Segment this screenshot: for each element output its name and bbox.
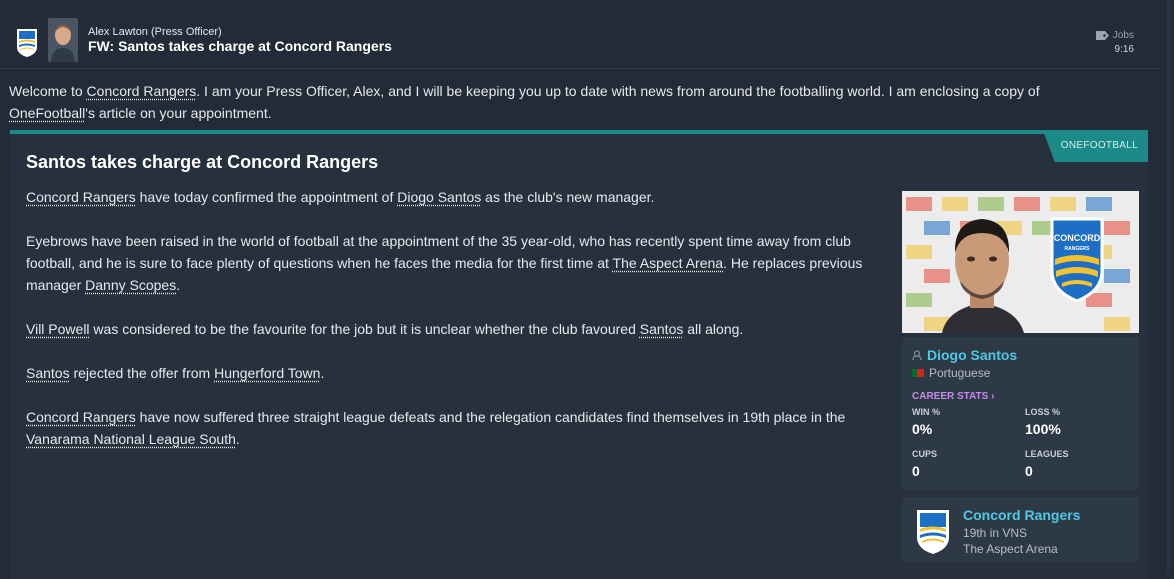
article-paragraph: Vill Powell was considered to be the fav…	[26, 318, 896, 340]
portugal-flag-icon	[912, 369, 924, 377]
manager-link[interactable]: Diogo Santos	[397, 189, 481, 205]
scrollbar[interactable]	[1167, 0, 1170, 575]
club-card[interactable]: Concord Rangers 19th in VNS The Aspect A…	[902, 497, 1139, 562]
article-paragraph: Concord Rangers have now suffered three …	[26, 406, 896, 450]
club-badge-icon	[16, 28, 38, 58]
league-link[interactable]: Vanarama National League South	[26, 431, 236, 447]
nationality: Portuguese	[929, 366, 990, 380]
cups-value: 0	[912, 463, 920, 479]
text: .	[176, 277, 180, 293]
chevron-right-icon: ›	[991, 391, 994, 402]
badge-text-bottom: RANGERS	[1064, 246, 1090, 252]
manager-name-row[interactable]: Diogo Santos	[912, 347, 1017, 363]
club-link[interactable]: Hungerford Town	[214, 365, 320, 381]
article-title: Santos takes charge at Concord Rangers	[26, 152, 378, 173]
news-article: ONEFOOTBALL Santos takes charge at Conco…	[10, 130, 1148, 579]
article-paragraph: Santos rejected the offer from Hungerfor…	[26, 362, 896, 384]
manager-card: Diogo Santos Portuguese CAREER STATS › W…	[902, 337, 1139, 490]
nationality-row: Portuguese	[912, 366, 990, 380]
leagues-label: LEAGUES	[1025, 449, 1069, 459]
loss-pct-label: LOSS %	[1025, 407, 1060, 417]
club-league-position: 19th in VNS	[963, 526, 1027, 540]
text: all along.	[683, 321, 743, 337]
career-stats-label: CAREER STATS	[912, 391, 988, 402]
club-link[interactable]: Concord Rangers	[26, 189, 136, 205]
jobs-label: Jobs	[1113, 30, 1134, 41]
message-time: 9:16	[1115, 44, 1134, 55]
club-name[interactable]: Concord Rangers	[963, 507, 1080, 523]
badge-text-top: CONCORD	[1054, 233, 1101, 243]
leagues-value: 0	[1025, 463, 1033, 479]
win-pct-value: 0%	[912, 421, 932, 437]
career-stats-link[interactable]: CAREER STATS ›	[912, 391, 994, 402]
manager-name[interactable]: Diogo Santos	[927, 347, 1017, 363]
club-link[interactable]: Concord Rangers	[87, 83, 197, 99]
person-link[interactable]: Vill Powell	[26, 321, 90, 337]
intro-text: Welcome to Concord Rangers. I am your Pr…	[9, 80, 1119, 124]
text: .	[236, 431, 240, 447]
message-subject: FW: Santos takes charge at Concord Range…	[88, 38, 392, 54]
previous-manager-link[interactable]: Danny Scopes	[85, 277, 176, 293]
article-paragraph: Concord Rangers have today confirmed the…	[26, 186, 896, 208]
cups-label: CUPS	[912, 449, 937, 459]
source-link[interactable]: OneFootball	[9, 105, 85, 121]
text: was considered to be the favourite for t…	[90, 321, 640, 337]
message-header: Alex Lawton (Press Officer) FW: Santos t…	[0, 0, 1160, 69]
sender-avatar[interactable]	[48, 18, 78, 62]
club-stadium: The Aspect Arena	[963, 542, 1058, 556]
win-pct-label: WIN %	[912, 407, 940, 417]
intro-text-2: . I am your Press Officer, Alex, and I w…	[196, 83, 1039, 99]
tag-icon	[1096, 31, 1109, 40]
article-body: Concord Rangers have today confirmed the…	[26, 186, 896, 472]
club-link[interactable]: Concord Rangers	[26, 409, 136, 425]
intro-text-3: 's article on your appointment.	[85, 105, 271, 121]
text: rejected the offer from	[70, 365, 214, 381]
club-badge-icon	[916, 509, 950, 555]
manager-link[interactable]: Santos	[26, 365, 70, 381]
intro-text-1: Welcome to	[9, 83, 87, 99]
sender-name[interactable]: Alex Lawton (Press Officer)	[88, 26, 222, 38]
stadium-link[interactable]: The Aspect Arena	[613, 255, 724, 271]
article-paragraph: Eyebrows have been raised in the world o…	[26, 230, 896, 296]
text: have now suffered three straight league …	[136, 409, 846, 425]
loss-pct-value: 100%	[1025, 421, 1061, 437]
text: .	[320, 365, 324, 381]
jobs-tag[interactable]: Jobs	[1096, 30, 1134, 41]
text: as the club's new manager.	[481, 189, 654, 205]
person-icon	[912, 350, 922, 360]
article-source-tag: ONEFOOTBALL	[1043, 130, 1148, 162]
text: have today confirmed the appointment of	[136, 189, 398, 205]
manager-photo[interactable]: CONCORD RANGERS	[902, 191, 1139, 333]
manager-link[interactable]: Santos	[640, 321, 684, 337]
